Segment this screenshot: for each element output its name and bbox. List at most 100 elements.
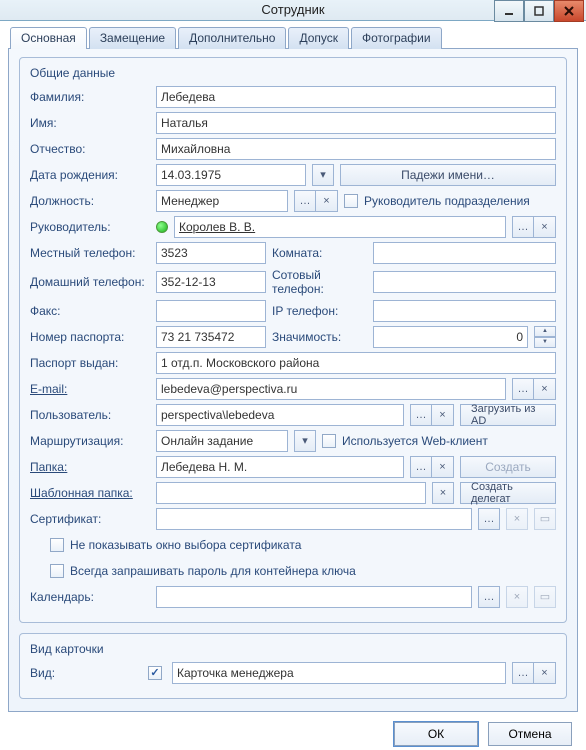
tab-substitution[interactable]: Замещение xyxy=(89,27,176,49)
significance-input[interactable] xyxy=(373,326,528,348)
home-phone-input[interactable] xyxy=(156,271,266,293)
create-delegate-button[interactable]: Создать делегат xyxy=(460,482,556,504)
web-client-checkbox[interactable] xyxy=(322,434,336,448)
room-input[interactable] xyxy=(373,242,556,264)
certificate-view-button[interactable]: ▭ xyxy=(534,508,556,530)
label-manager: Руководитель: xyxy=(30,220,150,234)
passport-issued-input[interactable] xyxy=(156,352,556,374)
label-lastname: Фамилия: xyxy=(30,90,150,104)
local-phone-input[interactable] xyxy=(156,242,266,264)
spin-up-icon: ▲ xyxy=(542,328,548,334)
template-folder-clear-button[interactable]: × xyxy=(432,482,454,504)
dots-icon: … xyxy=(300,195,311,207)
calendar-browse-button[interactable]: … xyxy=(478,586,500,608)
folder-browse-button[interactable]: … xyxy=(410,456,432,478)
label-always-ask-pwd: Всегда запрашивать пароль для контейнера… xyxy=(70,564,356,578)
label-home-phone: Домашний телефон: xyxy=(30,275,150,289)
manager-clear-button[interactable]: × xyxy=(534,216,556,238)
tab-photos[interactable]: Фотографии xyxy=(351,27,442,49)
name-cases-button[interactable]: Падежи имени… xyxy=(340,164,556,186)
group-general-title: Общие данные xyxy=(30,66,556,80)
create-folder-button[interactable]: Создать xyxy=(460,456,556,478)
user-input[interactable] xyxy=(156,404,404,426)
routing-input[interactable] xyxy=(156,430,288,452)
head-of-dept-checkbox[interactable] xyxy=(344,194,358,208)
x-icon: × xyxy=(514,513,520,525)
card-kind-checkbox[interactable] xyxy=(148,666,162,680)
dots-icon: … xyxy=(518,383,529,395)
certificate-input[interactable] xyxy=(156,508,472,530)
chevron-down-icon: ▾ xyxy=(320,168,326,181)
label-firstname: Имя: xyxy=(30,116,150,130)
birthdate-dropdown-button[interactable]: ▾ xyxy=(312,164,334,186)
cell-phone-input[interactable] xyxy=(373,271,556,293)
label-hide-cert-dialog: Не показывать окно выбора сертификата xyxy=(70,538,301,552)
spin-down-icon: ▼ xyxy=(542,339,548,345)
window: Сотрудник Основная Замещение Дополнитель… xyxy=(0,0,586,750)
email-browse-button[interactable]: … xyxy=(512,378,534,400)
user-clear-button[interactable]: × xyxy=(432,404,454,426)
significance-spin-up[interactable]: ▲ xyxy=(534,326,556,337)
tab-additional[interactable]: Дополнительно xyxy=(178,27,286,49)
card-kind-clear-button[interactable]: × xyxy=(534,662,556,684)
dots-icon: … xyxy=(416,461,427,473)
label-certificate: Сертификат: xyxy=(30,512,150,526)
group-general: Общие данные Фамилия: Имя: Отчество: Дат… xyxy=(19,57,567,623)
x-icon: × xyxy=(439,409,445,421)
email-input[interactable] xyxy=(156,378,506,400)
ok-button[interactable]: ОК xyxy=(394,722,478,746)
firstname-input[interactable] xyxy=(156,112,556,134)
label-folder[interactable]: Папка: xyxy=(30,460,150,474)
manager-browse-button[interactable]: … xyxy=(512,216,534,238)
position-input[interactable] xyxy=(156,190,288,212)
label-position: Должность: xyxy=(30,194,150,208)
label-user: Пользователь: xyxy=(30,408,150,422)
birthdate-input[interactable] xyxy=(156,164,306,186)
load-from-ad-button[interactable]: Загрузить из AD xyxy=(460,404,556,426)
label-web-client: Используется Web-клиент xyxy=(342,434,488,448)
label-email[interactable]: E-mail: xyxy=(30,382,150,396)
x-icon: × xyxy=(439,461,445,473)
manager-input[interactable] xyxy=(174,216,506,238)
calendar-input[interactable] xyxy=(156,586,472,608)
tab-strip: Основная Замещение Дополнительно Допуск … xyxy=(8,27,578,49)
label-local-phone: Местный телефон: xyxy=(30,246,150,260)
patronymic-input[interactable] xyxy=(156,138,556,160)
ip-phone-input[interactable] xyxy=(373,300,556,322)
minimize-button[interactable] xyxy=(494,0,524,22)
label-passport-no: Номер паспорта: xyxy=(30,330,150,344)
folder-clear-button[interactable]: × xyxy=(432,456,454,478)
card-kind-browse-button[interactable]: … xyxy=(512,662,534,684)
hide-cert-dialog-checkbox[interactable] xyxy=(50,538,64,552)
certificate-clear-button[interactable]: × xyxy=(506,508,528,530)
email-clear-button[interactable]: × xyxy=(534,378,556,400)
lastname-input[interactable] xyxy=(156,86,556,108)
close-button[interactable] xyxy=(554,0,584,22)
tab-access[interactable]: Допуск xyxy=(288,27,349,49)
label-template-folder[interactable]: Шаблонная папка: xyxy=(30,486,150,500)
x-icon: × xyxy=(323,195,329,207)
always-ask-pwd-checkbox[interactable] xyxy=(50,564,64,578)
chevron-down-icon: ▾ xyxy=(302,434,308,447)
template-folder-input[interactable] xyxy=(156,482,426,504)
folder-input[interactable] xyxy=(156,456,404,478)
position-clear-button[interactable]: × xyxy=(316,190,338,212)
tab-main[interactable]: Основная xyxy=(10,27,87,49)
user-browse-button[interactable]: … xyxy=(410,404,432,426)
significance-spin-down[interactable]: ▼ xyxy=(534,337,556,348)
certificate-browse-button[interactable]: … xyxy=(478,508,500,530)
passport-no-input[interactable] xyxy=(156,326,266,348)
calendar-clear-button[interactable]: × xyxy=(506,586,528,608)
fax-input[interactable] xyxy=(156,300,266,322)
maximize-button[interactable] xyxy=(524,0,554,22)
content-area: Основная Замещение Дополнительно Допуск … xyxy=(0,21,586,722)
position-browse-button[interactable]: … xyxy=(294,190,316,212)
calendar-view-button[interactable]: ▭ xyxy=(534,586,556,608)
routing-dropdown-button[interactable]: ▾ xyxy=(294,430,316,452)
label-calendar: Календарь: xyxy=(30,590,150,604)
group-card-kind: Вид карточки Вид: … × xyxy=(19,633,567,699)
card-icon: ▭ xyxy=(540,512,550,525)
dots-icon: … xyxy=(484,513,495,525)
card-kind-input[interactable] xyxy=(172,662,506,684)
cancel-button[interactable]: Отмена xyxy=(488,722,572,746)
